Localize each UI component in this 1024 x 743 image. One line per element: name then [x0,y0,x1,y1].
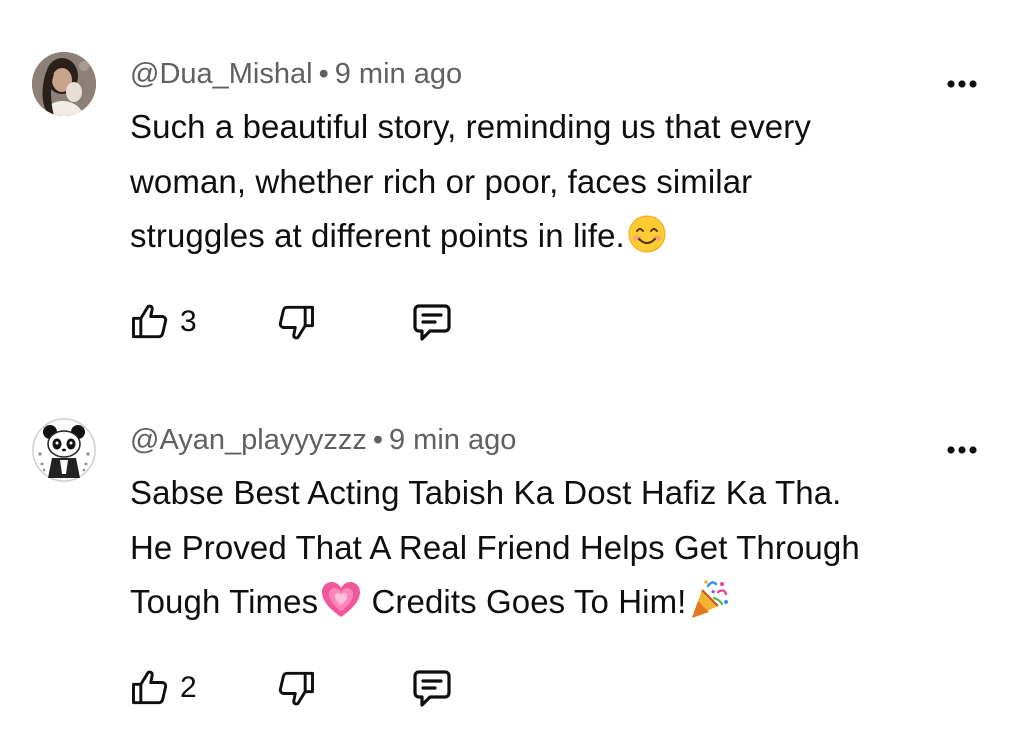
comment-line: Such a beautiful story, reminding us tha… [130,108,811,145]
comment-text: Sabse Best Acting Tabish Ka Dost Hafiz K… [130,466,980,637]
comment-line: He Proved That A Real Friend Helps Get T… [130,528,860,566]
like-count: 2 [180,671,197,704]
panda-avatar [32,418,96,482]
like-count: 3 [180,305,197,338]
reply-comment-icon [413,304,451,341]
dislike-button[interactable] [274,662,318,714]
avatar[interactable] [32,52,96,116]
thumb-up-icon [132,304,168,339]
more-options-button[interactable] [938,66,986,102]
profile-photo [32,52,96,116]
comment-line: Sabse Best Acting Tabish Ka Dost Hafiz K… [130,474,842,511]
comment-line: Tough Times Credits Goes To Him! [130,575,980,637]
comment-meta: @Ayan_playyyzzz • 9 min ago [130,422,516,458]
author-handle[interactable]: @Dua_Mishal [130,58,313,90]
comment-line-text: struggles at different points in life. [130,217,625,254]
meta-separator: • [318,58,329,90]
comment-line: struggles at different points in life. [130,209,980,271]
comment-item: @Ayan_playyyzzz • 9 min ago Sabse Best Act… [0,366,1024,736]
comment-line-text: Tough Times [130,583,319,620]
growing-heart-emoji [320,580,362,637]
more-options-button[interactable] [938,432,986,468]
smiling-face-emoji [627,214,667,271]
like-button[interactable]: 3 [128,296,197,348]
author-handle[interactable]: @Ayan_playyyzzz [130,424,367,456]
avatar[interactable] [32,418,96,482]
like-button[interactable]: 2 [128,662,197,714]
reply-button[interactable] [408,662,456,714]
comment-item: @Dua_Mishal • 9 min ago Such a beautiful s… [0,0,1024,370]
more-vert-icon [947,446,977,454]
comment-text: Such a beautiful story, reminding us tha… [130,100,980,271]
meta-separator: • [372,424,383,456]
party-popper-emoji [688,578,730,637]
reply-comment-icon [413,670,451,707]
more-vert-icon [947,80,977,88]
comment-time[interactable]: 9 min ago [335,58,462,90]
thumb-down-icon [278,671,314,706]
thumb-down-icon [278,305,314,340]
reply-button[interactable] [408,296,456,348]
thumb-up-icon [132,670,168,705]
comment-meta: @Dua_Mishal • 9 min ago [130,56,462,92]
dislike-button[interactable] [274,296,318,348]
comment-line: woman, whether rich or poor, faces simil… [130,162,753,200]
comment-time[interactable]: 9 min ago [389,424,516,456]
comment-line-text: Credits Goes To Him! [362,583,687,620]
